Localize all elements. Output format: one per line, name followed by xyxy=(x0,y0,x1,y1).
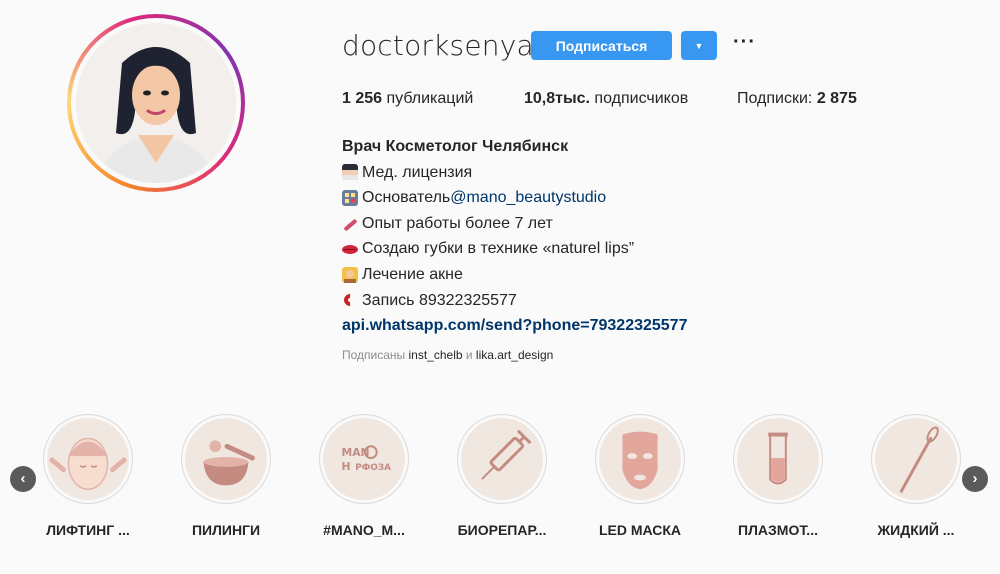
highlight-label: БИОРЕПАР... xyxy=(457,522,547,538)
profile-bio: Врач Косметолог Челябинск Мед. лицензия … xyxy=(341,134,687,339)
highlight-item[interactable]: БИОРЕПАР... xyxy=(447,414,557,538)
woman-emoji-icon xyxy=(342,266,358,283)
highlight-item[interactable]: ЖИДКИЙ ... xyxy=(861,414,971,538)
avatar-illustration-icon xyxy=(76,23,236,183)
phone-emoji-icon xyxy=(341,291,359,309)
logo-text: РФОЗА xyxy=(355,463,391,473)
test-tube-icon xyxy=(733,414,823,504)
follow-button[interactable]: Подписаться xyxy=(531,31,672,60)
bio-line-text: Запись 89322325577 xyxy=(362,291,517,309)
more-options-icon[interactable]: ··· xyxy=(733,32,756,52)
followed-by-joiner: и xyxy=(462,348,476,362)
bio-name: Врач Косметолог Челябинск xyxy=(342,138,569,155)
posts-stat: 1 256 публикаций xyxy=(342,90,473,108)
mano-logo-icon: MAN Н РФОЗА xyxy=(319,414,409,504)
bio-line-text: Лечение акне xyxy=(362,265,463,283)
bio-line-license: Мед. лицензия xyxy=(342,160,687,186)
highlight-item[interactable]: MAN Н РФОЗА #MANO_M... xyxy=(309,414,419,538)
bio-line-lips: Создаю губки в технике «naturel lips” xyxy=(342,236,687,262)
avatar-border xyxy=(71,18,241,188)
followed-by-prefix: Подписаны xyxy=(342,348,409,362)
suggested-dropdown-button[interactable]: ▼ xyxy=(681,31,717,60)
following-label: Подписки: xyxy=(737,90,817,107)
following-count: 2 875 xyxy=(816,90,857,107)
highlight-label: #MANO_M... xyxy=(323,522,405,538)
bio-line-text: Опыт работы более 7 лет xyxy=(362,214,553,232)
highlight-item[interactable]: LED МАСКА xyxy=(585,414,695,538)
face-lifting-icon xyxy=(43,414,133,504)
highlight-label: LED МАСКА xyxy=(598,522,682,538)
followed-by-account[interactable]: inst_chelb xyxy=(409,348,463,362)
bio-whatsapp-link[interactable]: api.whatsapp.com/send?phone=79322325577 xyxy=(342,313,687,339)
syringe-emoji-icon xyxy=(342,216,358,232)
thread-needle-icon xyxy=(871,414,961,504)
highlight-label: ПЛАЗМОТ... xyxy=(738,522,818,538)
profile-username: doctorksenya xyxy=(342,29,534,62)
posts-label: публикаций xyxy=(382,90,474,107)
building-emoji-icon xyxy=(342,189,358,206)
highlight-label: ПИЛИНГИ xyxy=(191,522,261,538)
bio-line-text: Создаю губки в технике «naturel lips” xyxy=(362,240,635,258)
highlight-item[interactable]: ПЛАЗМОТ... xyxy=(723,414,833,538)
posts-count: 1 256 xyxy=(342,90,383,107)
bio-line-experience: Опыт работы более 7 лет xyxy=(342,211,687,237)
bio-line-founder: Основатель @mano_beautystudio xyxy=(342,185,687,211)
bio-line-text: Мед. лицензия xyxy=(362,163,473,181)
syringe-icon xyxy=(457,414,547,504)
following-stat[interactable]: Подписки: 2 875 xyxy=(737,90,857,108)
highlight-label: ЛИФТИНГ ... xyxy=(46,522,130,538)
highlight-label: ЖИДКИЙ ... xyxy=(877,522,955,538)
followed-by[interactable]: Подписаны inst_chelb и lika.art_design xyxy=(342,348,553,362)
chevron-down-icon: ▼ xyxy=(694,40,704,51)
lips-emoji-icon xyxy=(342,241,358,257)
logo-text: Н xyxy=(342,460,351,473)
followers-count: 10,8тыс. xyxy=(524,90,590,107)
bio-line-phone: Запись 89322325577 xyxy=(341,288,687,314)
led-mask-icon xyxy=(595,414,685,504)
followers-label: подписчиков xyxy=(589,90,689,107)
bio-line-text: Основатель xyxy=(362,189,451,207)
doctor-emoji-icon xyxy=(342,164,358,181)
peeling-bowl-icon xyxy=(181,414,271,504)
bio-mention-link[interactable]: @mano_beautystudio xyxy=(450,185,606,211)
bio-line-acne: Лечение акне xyxy=(342,262,687,288)
highlight-item[interactable]: ПИЛИНГИ xyxy=(171,414,281,538)
followers-stat[interactable]: 10,8тыс. подписчиков xyxy=(524,90,688,108)
highlight-item[interactable]: ЛИФТИНГ ... xyxy=(33,414,143,538)
followed-by-account[interactable]: lika.art_design xyxy=(476,348,553,362)
profile-avatar[interactable] xyxy=(67,14,245,192)
